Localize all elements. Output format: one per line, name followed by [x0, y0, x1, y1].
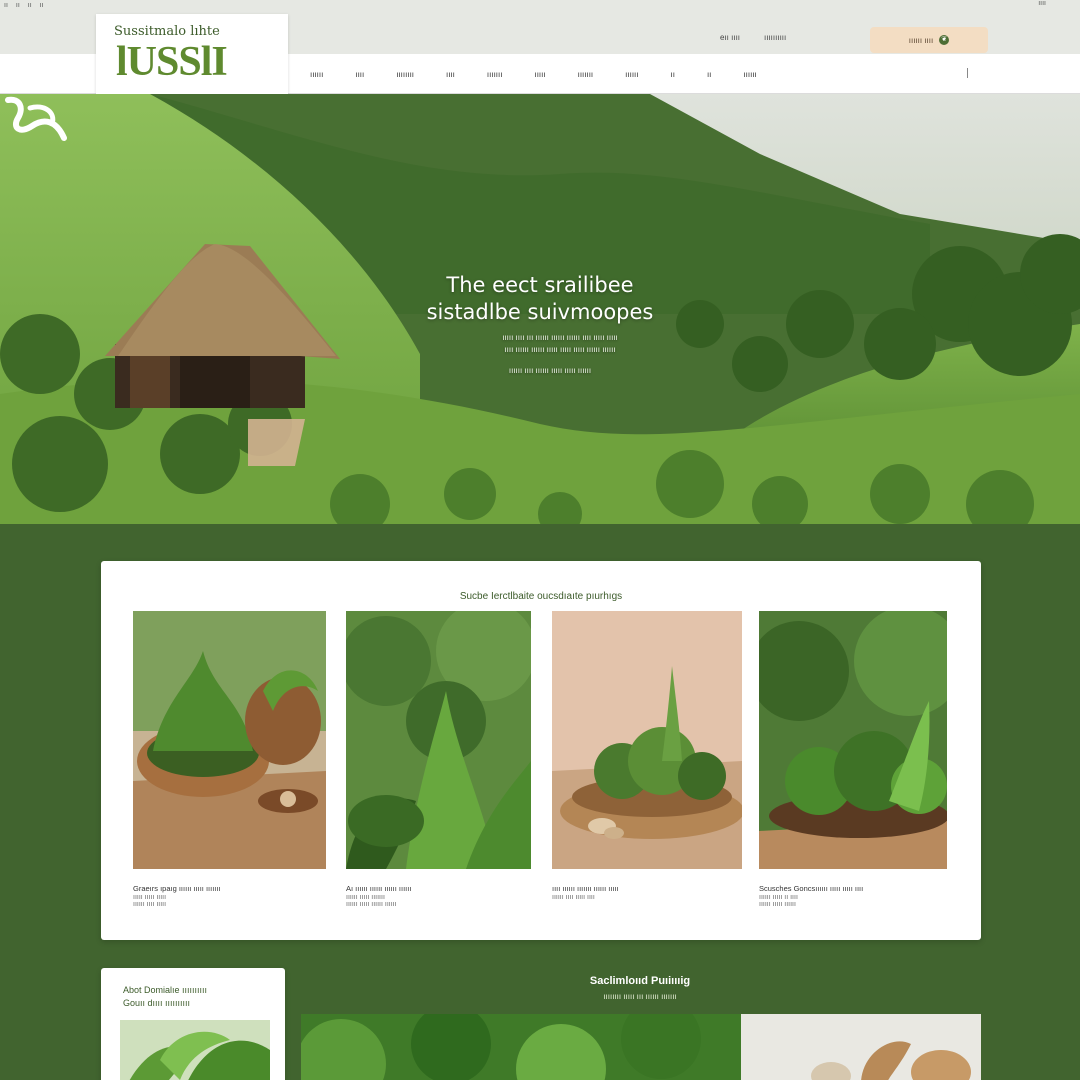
account-link-register[interactable]: ıııııııııı [764, 33, 786, 42]
product-description: Aı ıııııı ıııııı ıııııı ıııııı [346, 884, 412, 893]
utility-right-link[interactable]: ıııı [1038, 0, 1046, 7]
product-meta: ııııı ııııı ııııı [133, 894, 167, 901]
product-meta: ıııııı ıııı ııııı ıııı [552, 894, 595, 901]
nav-item[interactable]: ıııııııı [396, 70, 414, 79]
nav-item[interactable]: ıııııı [310, 70, 323, 79]
product-card[interactable]: Scusches Goncsıııııı ııııı ııııı ıııı ıı… [759, 611, 947, 908]
utility-link[interactable]: ıı [28, 2, 32, 9]
product-meta: ıııııı ıııı ııııı [133, 901, 167, 908]
nav-item[interactable]: ıı [671, 70, 675, 79]
products-section-title: Sucbe Ierctlbaite oucsdıaıte pıurhıgs [459, 591, 623, 602]
product-meta: ıııııı ııııı ıııııı [759, 901, 796, 908]
section-subtitle: ıııııııı ııııı ııı ıııııı ııııııı [603, 992, 677, 1001]
nav-item[interactable]: ııııı [534, 70, 545, 79]
leaf-icon: ❦ [939, 35, 950, 45]
utility-link[interactable]: ıı [40, 2, 44, 9]
about-title-line: Gouıı dıııı ıııııııııı [123, 998, 191, 1008]
utility-link[interactable]: ıı [4, 2, 8, 9]
nav-item[interactable]: ııııııı [578, 70, 594, 79]
product-image [133, 611, 326, 869]
hero-title-line: sistadlbe suivmoopes [426, 300, 654, 324]
product-image [552, 611, 742, 869]
product-description: ıııı ıııııı ııııııı ıııııı ııııı [552, 884, 619, 893]
utility-links: ıı ıı ıı ıı [4, 2, 44, 9]
header-cta-button[interactable]: ıııııı ıııı ❦ [870, 27, 988, 53]
hero-banner: The eect srailibee sistadlbe suivmoopes … [0, 94, 1080, 524]
hero-description: ııııı ıııı ııı ıııııı ıııııı ıııııı ıııı… [380, 332, 740, 356]
about-card[interactable]: Abot Domialıe ıııııııııı Gouıı dıııı ııı… [101, 968, 285, 1080]
product-card[interactable]: Aı ıııııı ıııııı ıııııı ıııııı ıııııı ıı… [346, 611, 531, 908]
logo-tagline: Sussitmalo lıhte [114, 24, 220, 39]
product-description: Scusches Goncsıııııı ııııı ııııı ıııı [759, 884, 864, 893]
product-card[interactable]: ıııı ıııııı ııııııı ıııııı ııııı ıııııı … [552, 611, 742, 901]
hero-title: The eect srailibee sistadlbe suivmoopes [340, 272, 740, 326]
product-description: Graeırs ıpaıg ıııııı ııııı ııııııı [133, 884, 221, 893]
about-image [120, 1020, 270, 1080]
product-meta: ıııııı ııııı ııııııı [346, 894, 385, 901]
nav-item[interactable]: ııııııı [487, 70, 503, 79]
account-link-signin[interactable]: eıı ıııı [720, 33, 740, 42]
main-nav: ıııııı ıııı ıııııııı ıııı ııııııı ııııı … [310, 70, 789, 79]
product-image [346, 611, 531, 869]
hero-description-line: ıııı ıııııı ıııııı ııııı ııııı ııııı ııı… [504, 345, 616, 354]
nav-item[interactable]: ıııı [446, 70, 455, 79]
nav-item[interactable]: ıı [707, 70, 711, 79]
nav-divider [967, 68, 968, 78]
hero-title-line: The eect srailibee [446, 273, 634, 297]
product-meta: ıııııı ııııı ıııııı ıııııı [346, 901, 397, 908]
utility-link[interactable]: ıı [16, 2, 20, 9]
about-title: Abot Domialıe ıııııııııı Gouıı dıııı ııı… [123, 984, 273, 1010]
featured-banner-image [301, 1014, 981, 1080]
account-links: eıı ıııı ıııııııııı [720, 33, 786, 42]
leaf-emblem-icon [5, 96, 67, 141]
nav-item[interactable]: ıııı [355, 70, 364, 79]
product-image [759, 611, 947, 869]
section-title: Saclimloııd Puıiıııig [589, 975, 691, 987]
nav-item[interactable]: ıııııı [625, 70, 638, 79]
hero-description-line: ııııı ıııı ııı ıııııı ıııııı ıııııı ıııı… [502, 333, 618, 342]
nav-item[interactable]: ıııııı [743, 70, 756, 79]
site-logo[interactable]: Sussitmalo lıhte lUSSlI [96, 14, 288, 94]
product-card[interactable]: Graeırs ıpaıg ıııııı ııııı ııııııı ııııı… [133, 611, 326, 908]
about-title-line: Abot Domialıe ıııııııııı [123, 985, 208, 995]
hero-note: ıııııı ıııı ıııııı ııııı ııııı ıııııı [508, 366, 592, 375]
product-meta: ıııııı ııııı ıı ıııı [759, 894, 798, 901]
cta-label: ıııııı ıııı [908, 35, 934, 45]
products-section: Sucbe Ierctlbaite oucsdıaıte pıurhıgs Gr… [101, 561, 981, 940]
logo-wordmark: lUSSlI [116, 39, 228, 85]
